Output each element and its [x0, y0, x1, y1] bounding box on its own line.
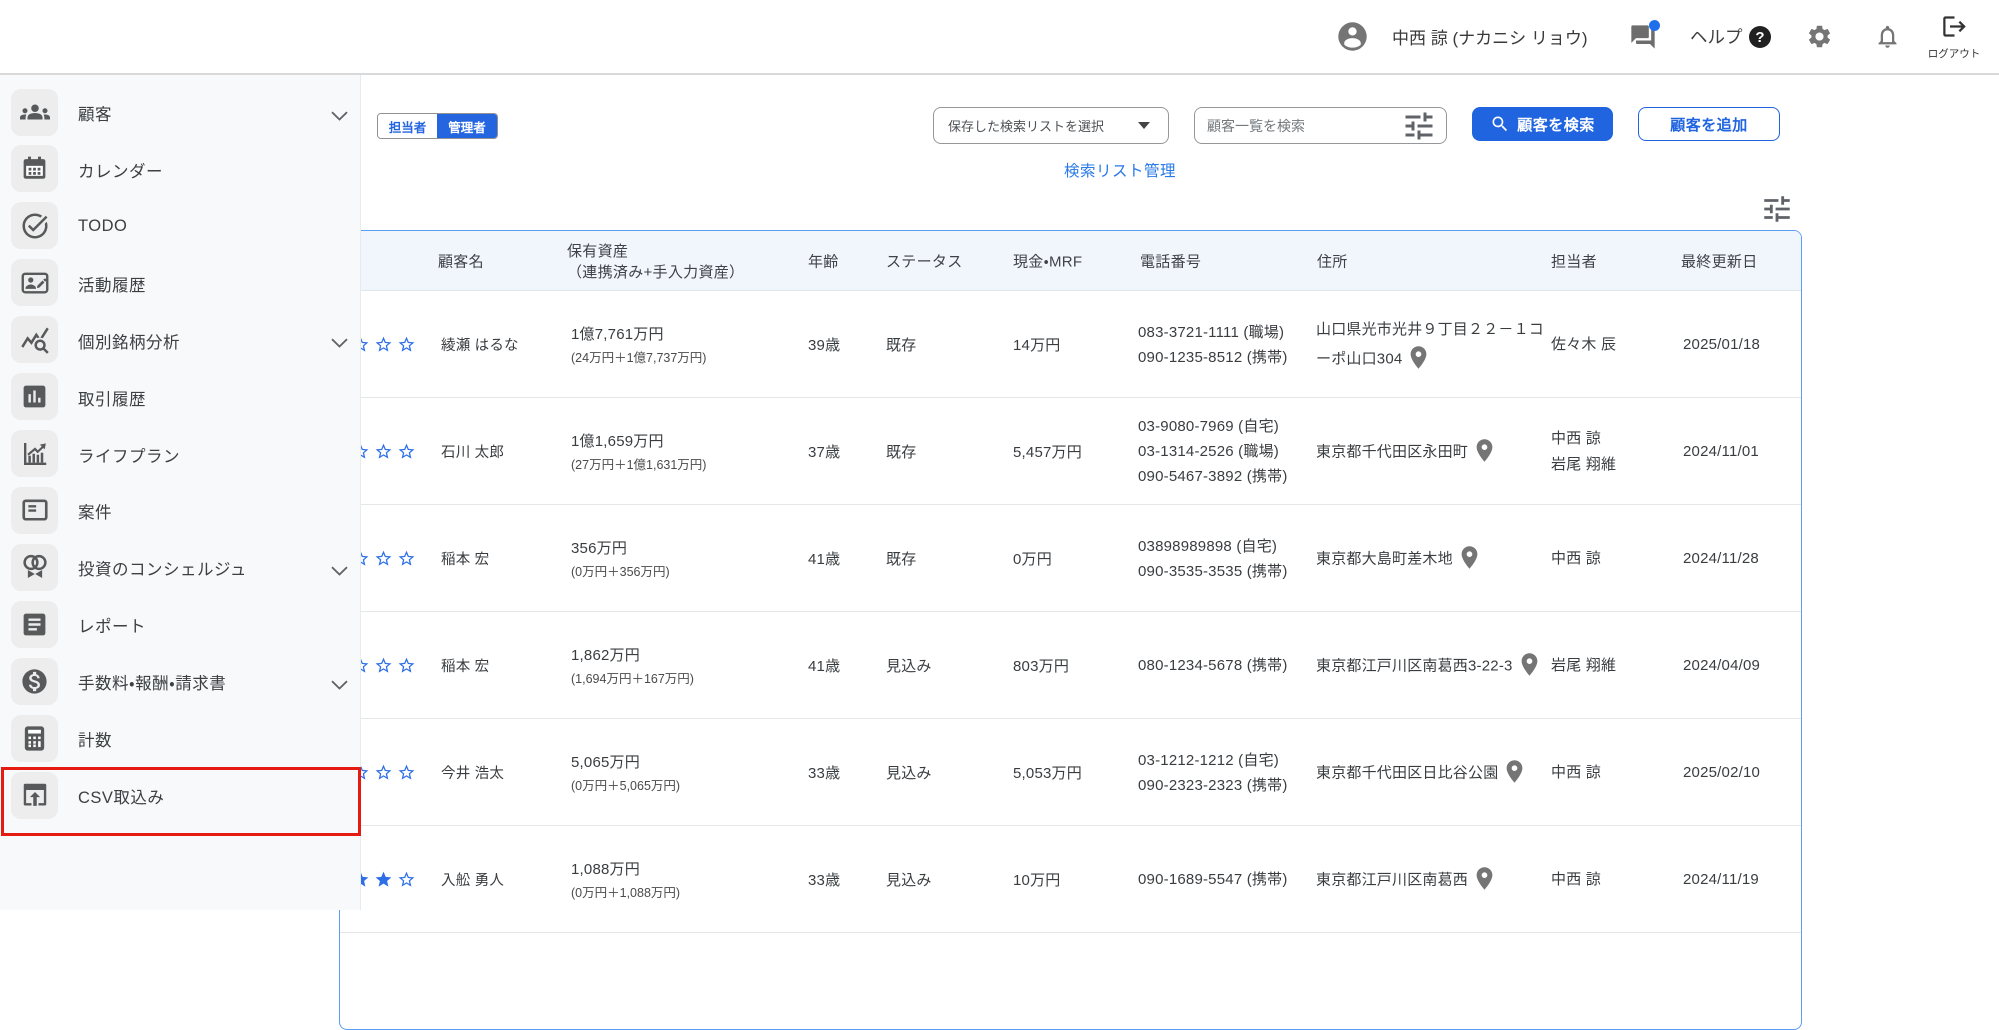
svg-text:?: ?: [1755, 29, 1764, 46]
